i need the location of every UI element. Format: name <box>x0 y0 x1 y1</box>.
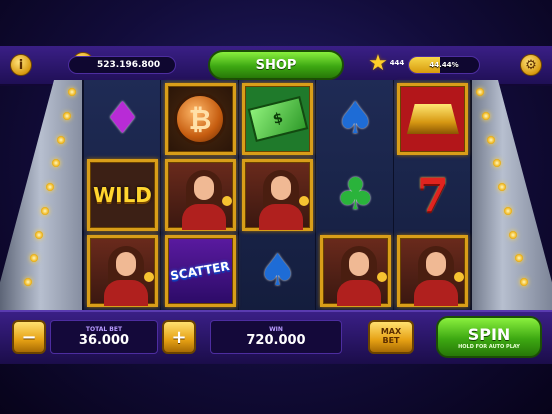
symbol-spade: ♠ <box>242 235 313 307</box>
level-number: 444 <box>389 59 405 67</box>
symbol-woman <box>397 235 469 307</box>
total-bet-value: 36.000 <box>78 333 130 348</box>
win-display: WIN 720.000 <box>210 320 342 354</box>
spin-sublabel: HOLD FOR AUTO PLAY <box>458 343 520 350</box>
woman-dress <box>336 280 381 306</box>
symbol-woman <box>319 235 391 307</box>
symbol-gold <box>397 83 469 155</box>
marquee-bulb <box>29 254 38 263</box>
info-button[interactable]: i <box>10 54 32 76</box>
left-side-frame <box>0 80 90 310</box>
woman-coin <box>376 272 387 282</box>
woman-coin <box>221 196 232 206</box>
woman-coin <box>299 196 310 206</box>
reel-column: ♠ ♣ <box>317 80 394 310</box>
shop-button[interactable]: SHOP <box>208 50 344 80</box>
woman-coin <box>454 272 465 282</box>
marquee-bulb <box>514 254 523 263</box>
coin-balance: 523.196.800 <box>68 56 176 74</box>
reel-column: ♦ WILD <box>84 80 161 310</box>
symbol-seven: 7 <box>397 159 468 231</box>
seven-icon: 7 <box>416 168 449 222</box>
total-bet-label: TOTAL BET <box>85 326 123 333</box>
gear-icon: ⚙ <box>525 57 537 73</box>
spin-label: SPIN <box>467 324 511 344</box>
woman-face <box>193 176 214 200</box>
right-side-frame <box>462 80 552 310</box>
bottom-panel: − TOTAL BET 36.000 + WIN 720.000 MAX BET… <box>0 310 552 364</box>
marquee-bulb <box>487 135 495 144</box>
gold-bar-icon <box>406 104 459 134</box>
woman-character-icon <box>245 162 310 230</box>
marquee-bulb <box>509 230 517 239</box>
marquee-bulb <box>40 206 49 215</box>
woman-character-icon <box>90 238 155 306</box>
marquee-bulb <box>498 183 506 191</box>
symbol-spade: ♠ <box>320 83 391 155</box>
woman-character-icon <box>168 162 233 230</box>
xp-progress-text: 44.44% <box>429 61 459 69</box>
reel-column: $ ♠ <box>239 80 317 310</box>
increase-bet-button[interactable]: + <box>162 320 196 354</box>
symbol-woman <box>87 235 158 307</box>
symbol-scatter: SCATTER <box>164 235 236 307</box>
decrease-bet-button[interactable]: − <box>12 320 46 354</box>
woman-character-icon <box>400 238 465 306</box>
cash-icon: $ <box>247 95 308 143</box>
marquee-bulb <box>57 135 65 144</box>
info-icon: i <box>18 57 24 73</box>
total-bet-display: TOTAL BET 36.000 <box>50 320 158 354</box>
woman-dress <box>414 280 459 306</box>
spade-icon: ♠ <box>335 93 376 144</box>
marquee-bulb <box>492 159 501 168</box>
xp-progress-bar: 44.44% <box>408 56 480 74</box>
woman-coin <box>144 272 154 282</box>
marquee-bulb <box>46 183 54 191</box>
reel-column: 7 <box>394 80 472 310</box>
reel-column: ₿ SCATTER <box>162 80 239 310</box>
win-value: 720.000 <box>246 333 306 348</box>
spade-icon: ♠ <box>257 245 298 296</box>
bitcoin-icon: ₿ <box>174 93 227 145</box>
marquee-bulb <box>503 206 512 215</box>
woman-face <box>116 252 136 276</box>
marquee-bulb <box>35 230 43 239</box>
club-icon: ♣ <box>335 169 376 220</box>
reels-area: ♦ WILD ₿ SCATTER $ ♠ ♠ ♣ 7 <box>82 80 472 310</box>
woman-dress <box>181 204 226 230</box>
symbol-diamond: ♦ <box>87 83 158 155</box>
marquee-bulb <box>51 159 60 168</box>
marquee-bulb <box>24 278 32 286</box>
marquee-bulb <box>520 278 528 286</box>
woman-face <box>426 252 447 276</box>
max-bet-button[interactable]: MAX BET <box>368 320 414 354</box>
woman-character-icon <box>323 238 388 306</box>
symbol-club: ♣ <box>320 159 391 231</box>
symbol-woman <box>242 159 314 231</box>
win-label: WIN <box>269 326 283 333</box>
symbol-cash: $ <box>242 83 314 155</box>
scatter-label: SCATTER <box>169 258 231 284</box>
marquee-bulb <box>476 88 484 96</box>
marquee-bulb <box>68 88 76 96</box>
max-bet-label-2: BET <box>382 336 400 345</box>
woman-face <box>271 176 292 200</box>
slot-game-screen: i R 523.196.800 SHOP ★ 444 44.44% ⚙ ♦WIL… <box>0 0 552 414</box>
settings-button[interactable]: ⚙ <box>520 54 542 76</box>
diamond-icon: ♦ <box>102 93 143 144</box>
woman-dress <box>259 204 304 230</box>
woman-face <box>348 252 369 276</box>
marquee-bulb <box>62 111 71 120</box>
plus-icon: + <box>171 326 187 348</box>
symbol-bitcoin: ₿ <box>164 83 236 155</box>
wild-label: WILD <box>93 183 152 207</box>
symbol-woman <box>164 159 236 231</box>
woman-dress <box>104 280 148 306</box>
spin-button[interactable]: SPIN HOLD FOR AUTO PLAY <box>436 316 542 358</box>
minus-icon: − <box>21 326 37 348</box>
symbol-wild: WILD <box>87 159 158 231</box>
marquee-bulb <box>481 111 490 120</box>
